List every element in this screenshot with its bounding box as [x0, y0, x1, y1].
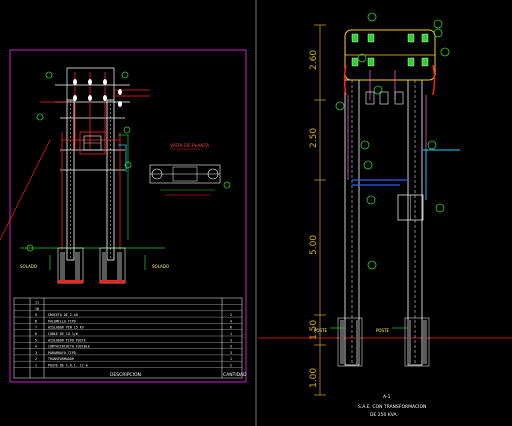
- table-cell-desc: CABLE DE CU 1/0: [48, 332, 78, 336]
- plan-view-detail: VISTA DE PLANTA: [149, 143, 231, 196]
- left-foundations: [57, 247, 126, 284]
- table-cell-desc: AISLADOR PIN 15 KV: [48, 326, 84, 330]
- left-transformer: [79, 131, 106, 155]
- table-cell-qty: 2: [230, 364, 232, 368]
- materials-table-rows: 11109 CRUCETA DE 2.40 28 PALOMILLA TIPO 47 AI…: [14, 301, 242, 368]
- table-cell-item: 7: [35, 326, 37, 330]
- top-insulators: [351, 33, 429, 67]
- left-callouts: [26, 71, 132, 252]
- table-cell-item: 5: [35, 338, 37, 342]
- service-cable: [352, 179, 408, 186]
- table-cell-qty: 1: [230, 357, 232, 361]
- table-cell-item: 9: [35, 313, 37, 317]
- table-cell-desc: PALOMILLA TIPO: [48, 319, 76, 323]
- plan-view-title: VISTA DE PLANTA: [170, 143, 210, 149]
- right-callouts: [335, 12, 450, 270]
- table-cell-desc: PARARRAYO TIPO: [48, 351, 76, 355]
- left-crossarms: [55, 67, 130, 171]
- table-cell-qty: 3: [230, 338, 232, 342]
- table-cell-item: 6: [35, 332, 37, 336]
- table-cell-qty: 1: [230, 332, 232, 336]
- left-conductors: [40, 72, 150, 250]
- right-ground-label-left: POSTE: [314, 328, 328, 333]
- top-frame: [344, 29, 436, 81]
- leader-line: [0, 139, 51, 241]
- right-foundations: [337, 317, 430, 367]
- dim-label-5: 1.00: [309, 368, 319, 388]
- left-ground-bars: [58, 280, 125, 283]
- table-cell-qty: 3: [230, 351, 232, 355]
- fuse-cutouts: [365, 91, 404, 105]
- right-conductors: [347, 70, 427, 180]
- left-ground-cable: [118, 144, 127, 172]
- cad-drawing-canvas: SOLADO SOLADO VISTA DE PLANTA 11109 CRUC…: [0, 0, 512, 426]
- caption-line-1: S.A.E. CON TRANSFORMACION: [358, 404, 426, 410]
- left-ground-label-right: SOLADO: [152, 264, 169, 269]
- table-cell-qty: 3: [230, 345, 232, 349]
- caption-line-2: DE 250 KVA.: [370, 412, 398, 418]
- right-sheet: 2.60 2.50 5.00 1.50 1.00 POSTE POSTE A-1…: [258, 12, 512, 418]
- dim-label-1: 2.60: [309, 50, 319, 70]
- table-cell-desc: POSTE DE C.A.C. 12 m: [48, 364, 88, 368]
- table-cell-item: 8: [35, 319, 37, 323]
- dim-label-2: 2.50: [309, 128, 319, 148]
- left-ground-label-left: SOLADO: [20, 264, 37, 269]
- left-pole-left: [66, 99, 75, 261]
- right-ground-cable: [423, 149, 460, 200]
- dim-label-3: 5.00: [309, 235, 319, 255]
- table-cell-item: 1: [35, 364, 37, 368]
- table-cell-qty: 4: [230, 319, 232, 323]
- table-cell-desc: TRANSFORMADOR: [48, 357, 74, 361]
- table-footer-quantity: CANTIDAD: [223, 372, 247, 378]
- left-green-lines: [20, 134, 165, 270]
- table-cell-desc: AISLADOR TIPO POSTE: [48, 338, 86, 342]
- table-cell-item: 10: [35, 307, 39, 311]
- table-cell-item: 4: [35, 345, 37, 349]
- left-pole-right: [106, 99, 115, 261]
- left-insulators: [73, 79, 122, 107]
- table-cell-desc: CORTACIRCUITO FUSIBLE: [48, 345, 90, 349]
- table-cell-item: 11: [35, 301, 39, 305]
- table-footer-description: DESCRIPCION: [110, 372, 141, 378]
- table-cell-desc: CRUCETA DE 2.40: [48, 313, 78, 317]
- table-cell-qty: 2: [230, 313, 232, 317]
- section-title: A-1: [383, 394, 391, 400]
- table-cell-item: 2: [35, 357, 37, 361]
- right-ground-label-right: POSTE: [376, 328, 390, 333]
- left-sheet: SOLADO SOLADO VISTA DE PLANTA 11109 CRUC…: [0, 0, 257, 426]
- meter-box: [397, 194, 424, 221]
- left-foundation-fill: [60, 252, 122, 280]
- table-cell-qty: 6: [230, 326, 232, 330]
- table-cell-item: 3: [35, 351, 37, 355]
